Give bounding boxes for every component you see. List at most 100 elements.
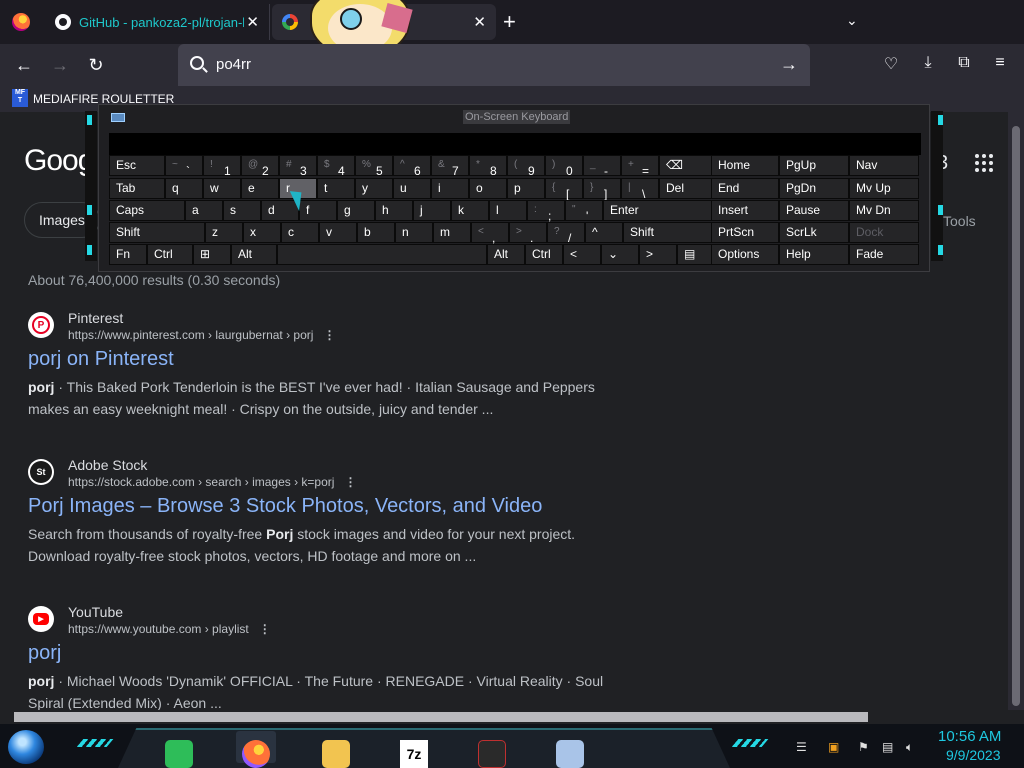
result-site-name[interactable]: Adobe Stock <box>68 457 147 473</box>
osk-key[interactable]: }] <box>583 178 621 201</box>
notepad-app[interactable] <box>158 731 198 768</box>
osk-key[interactable]: t <box>317 178 355 199</box>
forward-arrow-icon[interactable]: → <box>48 54 72 76</box>
clock-time[interactable]: 10:56 AM <box>938 728 1001 745</box>
osk-key[interactable]: Del <box>659 178 715 199</box>
osk-key[interactable]: (9 <box>507 155 545 178</box>
osk-nav-key[interactable]: Help <box>779 244 849 265</box>
osk-key[interactable]: Alt <box>231 244 277 265</box>
horizontal-scrollbar[interactable] <box>0 710 1008 724</box>
osk-key[interactable]: Ctrl <box>147 244 193 265</box>
extensions-icon[interactable]: ⧉ <box>953 54 975 72</box>
result-url[interactable]: https://www.youtube.com › playlist ⋮ <box>68 622 271 636</box>
address-bar[interactable]: → <box>178 44 810 86</box>
osk-key[interactable]: y <box>355 178 393 199</box>
tab-github[interactable]: GitHub - pankoza2-pl/trojan-le ✕ <box>45 4 270 40</box>
osk-key[interactable]: u <box>393 178 431 199</box>
network-icon[interactable]: ▤ <box>882 740 893 754</box>
more-options-icon[interactable]: ⋮ <box>259 622 271 636</box>
osk-key[interactable]: w <box>203 178 241 199</box>
osk-key[interactable]: Esc <box>109 155 165 176</box>
result-title-link[interactable]: porj <box>28 642 61 665</box>
result-title-link[interactable]: Porj Images – Browse 3 Stock Photos, Vec… <box>28 495 542 518</box>
osk-key[interactable]: i <box>431 178 469 199</box>
osk-nav-key[interactable]: Nav <box>849 155 919 176</box>
new-tab-button[interactable]: + <box>503 9 516 35</box>
back-arrow-icon[interactable]: ← <box>12 54 36 76</box>
file-explorer-app[interactable] <box>316 731 356 768</box>
osk-key[interactable]: e <box>241 178 279 199</box>
tray-app-icon[interactable]: ▣ <box>828 740 839 754</box>
osk-key[interactable]: Tab <box>109 178 165 199</box>
action-center-flag-icon[interactable]: ⚑ <box>858 740 869 754</box>
osk-key[interactable]: Caps <box>109 200 185 221</box>
osk-key[interactable]: ? / <box>547 222 585 245</box>
clock-date[interactable]: 9/9/2023 <box>946 747 1001 763</box>
osk-nav-key[interactable]: PgDn <box>779 178 849 199</box>
pocket-icon[interactable]: ♡ <box>880 54 902 74</box>
osk-key[interactable]: ~ ` <box>165 155 203 178</box>
osk-nav-key[interactable]: Mv Up <box>849 178 919 199</box>
osk-key[interactable]: & 7 <box>431 155 469 178</box>
result-url[interactable]: https://stock.adobe.com › search › image… <box>68 475 356 489</box>
osk-nav-key[interactable]: Home <box>711 155 779 176</box>
osk-key[interactable]: l <box>489 200 527 221</box>
close-icon[interactable]: ✕ <box>473 13 486 31</box>
osk-key[interactable] <box>277 244 487 265</box>
osk-key[interactable]: q <box>165 178 203 199</box>
result-site-name[interactable]: YouTube <box>68 604 123 620</box>
osk-key[interactable]: k <box>451 200 489 221</box>
osk-key[interactable]: < <box>563 244 601 265</box>
osk-key[interactable]: m <box>433 222 471 243</box>
osk-key[interactable]: j <box>413 200 451 221</box>
osk-key[interactable]: Alt <box>487 244 525 265</box>
osk-key[interactable]: ! 1 <box>203 155 241 178</box>
osk-nav-key[interactable]: Mv Dn <box>849 200 919 221</box>
osk-key[interactable]: > <box>639 244 677 265</box>
more-options-icon[interactable]: ⋮ <box>344 475 356 489</box>
network-computer-app[interactable] <box>550 731 590 768</box>
osk-key[interactable]: * 8 <box>469 155 507 178</box>
osk-key[interactable]: x <box>243 222 281 243</box>
graph-app[interactable] <box>472 731 512 768</box>
start-button[interactable] <box>8 730 44 764</box>
osk-nav-key[interactable]: ScrLk <box>779 222 849 243</box>
osk-key[interactable]: c <box>281 222 319 243</box>
osk-nav-key[interactable]: Pause <box>779 200 849 221</box>
osk-titlebar[interactable]: On-Screen Keyboard <box>99 105 929 129</box>
url-input[interactable] <box>216 56 756 73</box>
osk-key[interactable]: b <box>357 222 395 243</box>
osk-key[interactable]: s <box>223 200 261 221</box>
osk-nav-key[interactable]: PrtScn <box>711 222 779 243</box>
firefox-app[interactable] <box>236 731 276 768</box>
osk-key[interactable]: ^ <box>585 222 623 243</box>
list-tabs-chevron-icon[interactable]: ⌄ <box>846 12 858 29</box>
osk-key[interactable]: #3 <box>279 155 317 178</box>
osk-key[interactable]: d <box>261 200 299 221</box>
osk-key[interactable]: ⊞ <box>193 244 231 265</box>
google-logo[interactable]: Goog <box>24 144 94 178</box>
result-site-name[interactable]: Pinterest <box>68 310 123 326</box>
osk-key[interactable]: ) 0 <box>545 155 583 178</box>
osk-key[interactable]: p <box>507 178 545 199</box>
osk-key[interactable]: z <box>205 222 243 243</box>
osk-nav-key[interactable]: PgUp <box>779 155 849 176</box>
osk-key[interactable]: Shift <box>623 222 725 243</box>
downloads-icon[interactable]: ⤓ <box>917 54 939 72</box>
osk-nav-key[interactable]: Insert <box>711 200 779 221</box>
osk-key[interactable]: ⌄ <box>601 244 639 265</box>
osk-nav-key[interactable]: Fade <box>849 244 919 265</box>
osk-key[interactable]: o <box>469 178 507 199</box>
osk-key[interactable]: a <box>185 200 223 221</box>
osk-key[interactable]: " ' <box>565 200 603 223</box>
go-arrow-icon[interactable]: → <box>780 54 798 75</box>
osk-key[interactable]: _ - <box>583 155 621 178</box>
volume-icon[interactable]: 🔈︎ <box>906 740 913 755</box>
osk-key[interactable]: $4 <box>317 155 355 178</box>
google-apps-icon[interactable] <box>975 154 993 172</box>
osk-key[interactable]: Shift <box>109 222 205 243</box>
result-title-link[interactable]: porj on Pinterest <box>28 348 174 371</box>
osk-key[interactable]: ^ 6 <box>393 155 431 178</box>
close-icon[interactable]: ✕ <box>246 13 259 31</box>
osk-key[interactable]: >. <box>509 222 547 245</box>
